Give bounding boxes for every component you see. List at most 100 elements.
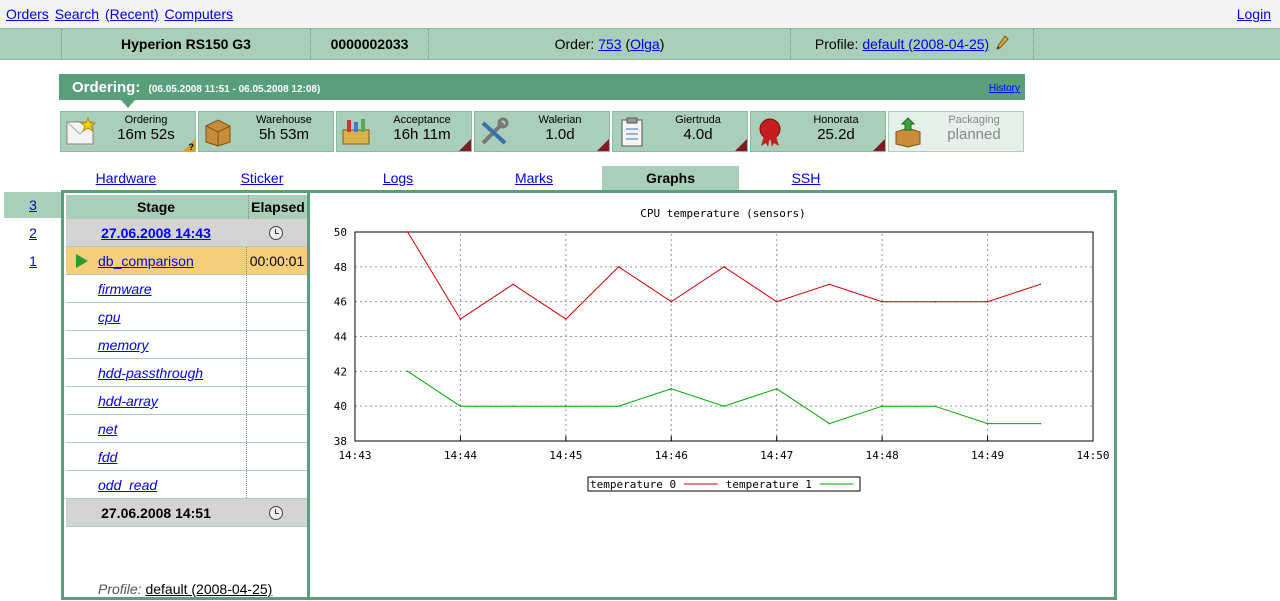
profile-footer-link[interactable]: default (2008-04-25) — [145, 581, 272, 597]
nav-search-link[interactable]: Search — [55, 6, 99, 22]
stage-row[interactable]: firmware — [66, 275, 307, 303]
tools-icon — [481, 117, 509, 145]
stage-packaging[interactable]: Packaging planned — [888, 111, 1024, 152]
ordering-title: Ordering: — [72, 79, 141, 96]
top-navigation: Orders Search (Recent) Computers Login — [0, 0, 1280, 28]
stage-link-cpu[interactable]: cpu — [98, 309, 121, 325]
data-point — [406, 231, 409, 233]
stage-name: Giertruda — [675, 114, 721, 126]
stage-value: 1.0d — [545, 126, 575, 143]
start-time-link[interactable]: 27.06.2008 14:43 — [101, 225, 211, 241]
stage-row[interactable]: memory — [66, 331, 307, 359]
stage-link-hdd-array[interactable]: hdd-array — [98, 393, 158, 409]
tab-ssh[interactable]: SSH — [738, 166, 874, 190]
stage-row[interactable]: hdd-passthrough — [66, 359, 307, 387]
data-point — [775, 300, 778, 303]
y-tick-label: 46 — [334, 296, 347, 309]
nav-recent-link[interactable]: (Recent) — [105, 6, 159, 22]
chart-title: CPU temperature (sensors) — [640, 207, 806, 220]
run-link[interactable]: 3 — [29, 197, 37, 213]
legend-label: temperature 0 — [590, 478, 676, 491]
stage-value: 16h 11m — [393, 126, 451, 143]
stage-badge: ? — [188, 142, 195, 152]
pencil-icon[interactable] — [995, 35, 1009, 51]
login-link[interactable]: Login — [1237, 6, 1271, 22]
current-stage-row[interactable]: db_comparison 00:00:01 — [66, 247, 307, 275]
stage-row[interactable]: hdd-array — [66, 387, 307, 415]
y-tick-label: 40 — [334, 400, 347, 413]
stage-link-odd-read[interactable]: odd_read — [98, 477, 157, 493]
tab-hardware[interactable]: Hardware — [58, 166, 194, 190]
end-time: 27.06.2008 14:51 — [101, 505, 211, 521]
data-point — [828, 283, 831, 286]
history-link[interactable]: History — [989, 83, 1020, 94]
stage-link-firmware[interactable]: firmware — [98, 281, 152, 297]
stage-row[interactable]: odd_read — [66, 471, 307, 499]
stage-value: 5h 53m — [258, 126, 310, 143]
x-tick-label: 14:45 — [549, 449, 582, 462]
chart-series — [406, 231, 1042, 425]
toolbox-icon — [342, 119, 370, 145]
stage-link-memory[interactable]: memory — [98, 337, 149, 353]
stage-value: 25.2d — [817, 126, 855, 143]
y-tick-label: 42 — [334, 365, 347, 378]
x-tick-label: 14:43 — [338, 449, 371, 462]
stage-walerian[interactable]: Walerian 1.0d — [474, 111, 610, 152]
stage-row[interactable]: fdd — [66, 443, 307, 471]
stage-name: Honorata — [813, 114, 859, 126]
data-point — [934, 300, 936, 303]
data-point — [986, 422, 989, 425]
nav-computers-link[interactable]: Computers — [165, 6, 233, 22]
chart-axes: 38 40 42 44 46 48 50 14:43 14:44 14:45 14:46 14:47 1… — [334, 226, 1110, 462]
stage-giertruda[interactable]: Giertruda 4.0d — [612, 111, 748, 152]
data-point — [459, 318, 462, 320]
profile-link[interactable]: default (2008-04-25) — [862, 36, 989, 52]
stage-row[interactable]: net — [66, 415, 307, 443]
stage-link-net[interactable]: net — [98, 421, 117, 437]
stage-warehouse[interactable]: Warehouse 5h 53m — [198, 111, 334, 152]
tab-marks[interactable]: Marks — [466, 166, 602, 190]
run-1[interactable]: 1 — [4, 248, 62, 274]
data-point — [670, 300, 673, 303]
x-tick-label: 14:48 — [866, 449, 899, 462]
stage-link-hdd-passthrough[interactable]: hdd-passthrough — [98, 365, 203, 381]
data-point — [512, 405, 514, 407]
order-info: Order: 753 (Olga) — [428, 29, 790, 59]
stage-row[interactable]: cpu — [66, 303, 307, 331]
tab-logs[interactable]: Logs — [330, 166, 466, 190]
order-person-link[interactable]: Olga — [630, 36, 660, 52]
data-point — [828, 422, 831, 425]
data-point — [406, 370, 409, 373]
profile-info: Profile: default (2008-04-25) — [790, 29, 1034, 59]
run-link[interactable]: 1 — [29, 253, 37, 269]
chart-legend: temperature 0 temperature 1 — [587, 476, 861, 492]
data-point — [1039, 283, 1042, 286]
stage-link-db-comparison[interactable]: db_comparison — [98, 253, 194, 269]
run-link[interactable]: 2 — [29, 225, 37, 241]
packaging-icon — [895, 117, 921, 148]
tab-graphs[interactable]: Graphs — [602, 166, 739, 190]
start-time-row: 27.06.2008 14:43 — [66, 219, 307, 247]
nav-orders-link[interactable]: Orders — [6, 6, 49, 22]
y-tick-label: 44 — [334, 331, 348, 344]
run-2[interactable]: 2 — [4, 220, 62, 246]
data-point — [881, 405, 883, 407]
ordering-header: Ordering: (06.05.2008 11:51 - 06.05.2008… — [59, 74, 1025, 100]
tab-sticker[interactable]: Sticker — [194, 166, 330, 190]
series-line-temperature-1 — [407, 370, 1041, 425]
order-label: Order: — [554, 36, 595, 52]
column-stage: Stage — [136, 199, 176, 215]
stage-link-fdd[interactable]: fdd — [98, 449, 117, 465]
x-tick-label: 14:50 — [1076, 449, 1109, 462]
stage-ordering[interactable]: Ordering 16m 52s ? — [60, 111, 196, 152]
chart-grid — [355, 232, 1093, 441]
order-number-link[interactable]: 753 — [598, 36, 621, 52]
computer-model: Hyperion RS150 G3 — [61, 29, 310, 59]
x-tick-label: 14:49 — [971, 449, 1004, 462]
box-icon — [205, 119, 231, 147]
run-3[interactable]: 3 — [4, 192, 62, 218]
stage-honorata[interactable]: Honorata 25.2d — [750, 111, 886, 152]
clock-icon — [269, 226, 283, 240]
stage-acceptance[interactable]: Acceptance 16h 11m — [336, 111, 472, 152]
cpu-temperature-chart: CPU temperature (sensors) 38 40 42 44 46 48 50… — [334, 207, 1110, 492]
